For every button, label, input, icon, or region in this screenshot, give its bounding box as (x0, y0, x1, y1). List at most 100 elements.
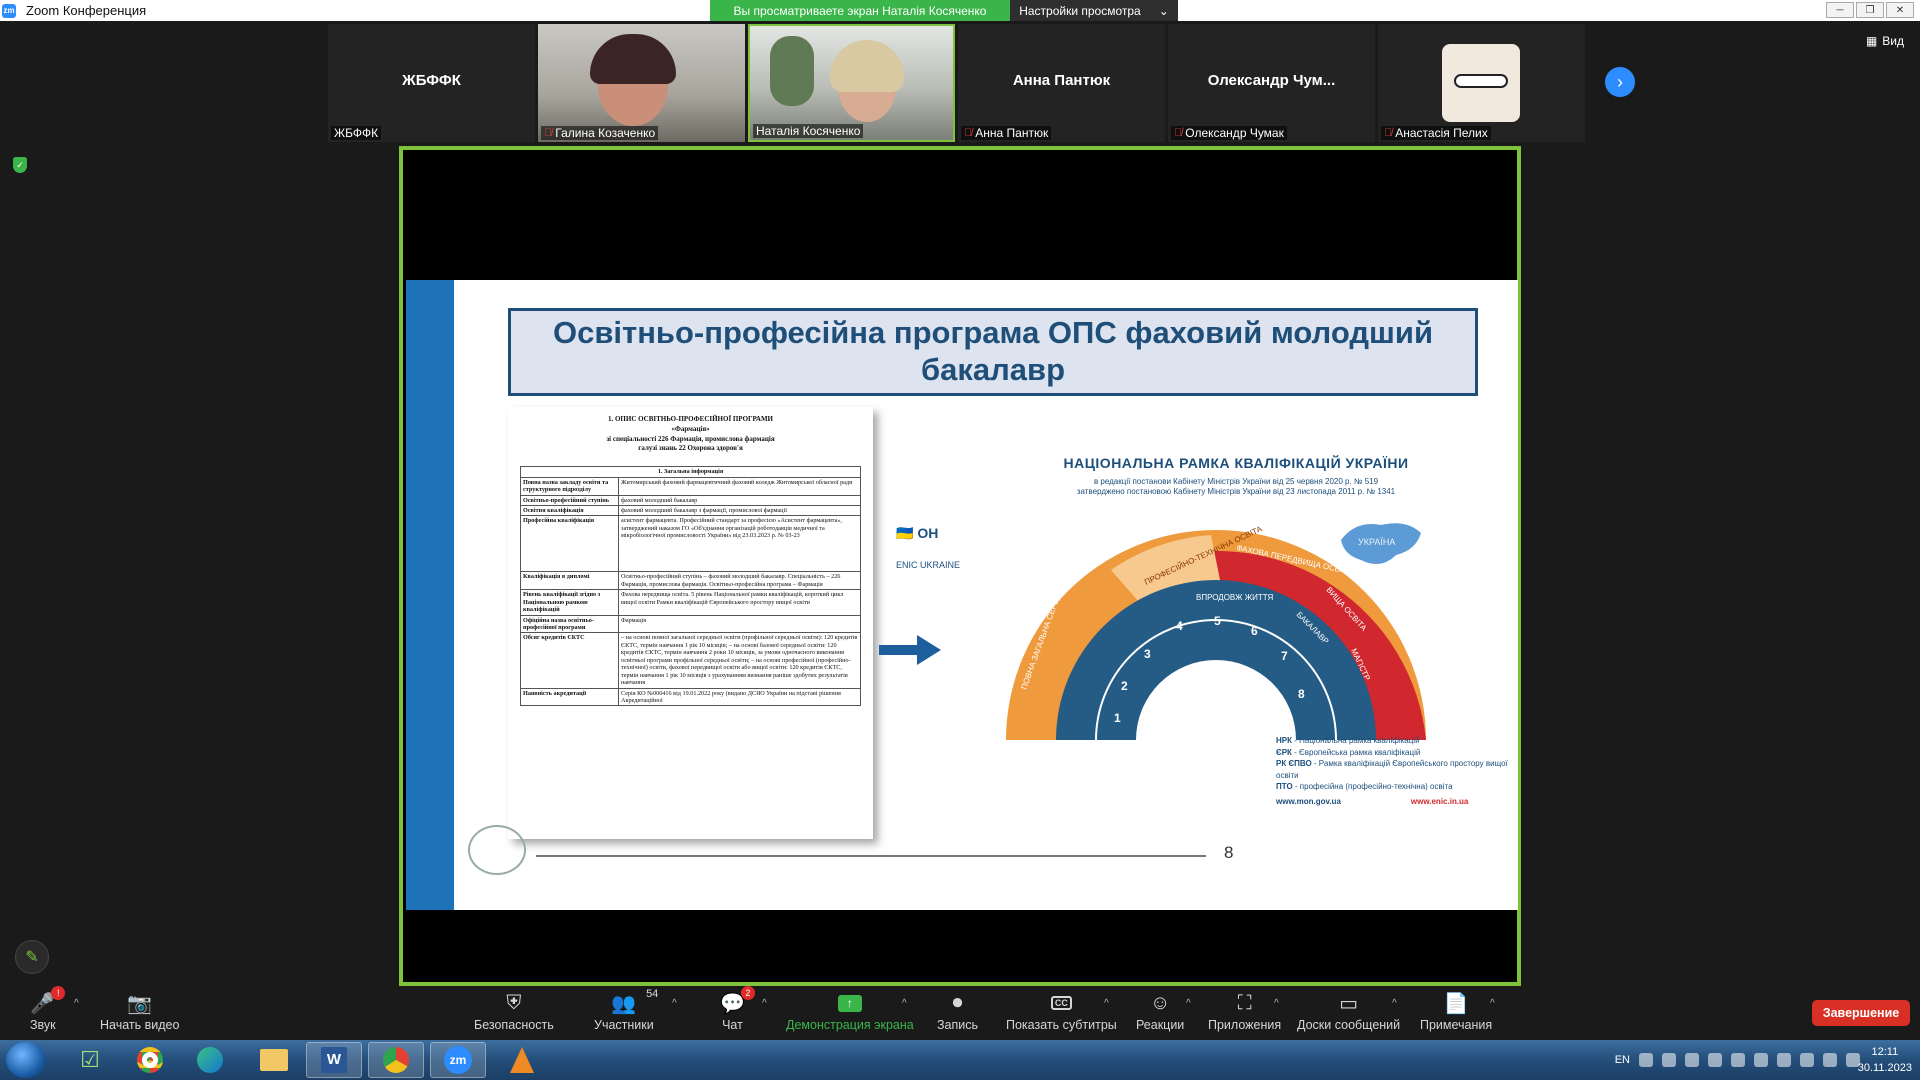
tray-app-icon[interactable] (1708, 1053, 1722, 1067)
view-button[interactable]: ▦ Вид (1866, 34, 1904, 48)
notes-button[interactable]: 📄 Примечания (1420, 990, 1492, 1040)
record-button[interactable]: ⏺ Запись (937, 990, 978, 1040)
participant-name-large: Олександр Чум... (1207, 72, 1336, 89)
participant-tile[interactable]: 🎙̸ Анастасія Пелих (1378, 24, 1585, 142)
encryption-shield-icon[interactable]: ✓ (13, 157, 27, 173)
window-title: Zoom Конференция (26, 3, 147, 18)
participant-name: Олександр Чумак (1185, 126, 1284, 140)
chat-options-caret[interactable]: ^ (762, 998, 767, 1009)
participant-strip: ЖБФФК ЖБФФК 🎙̸ Галина Козаченко Наталія … (328, 24, 1585, 142)
view-options-button[interactable]: Настройки просмотра ⌄ (1010, 0, 1178, 21)
taskbar-chrome-profile-app[interactable] (368, 1042, 424, 1078)
next-page-arrow-icon[interactable]: › (1605, 67, 1635, 97)
table-cell-value: Житомирський фаховий фармацевтичний фахо… (618, 476, 861, 496)
annotate-pencil-icon[interactable]: ✎ (15, 940, 49, 974)
table-cell-key: Обсяг кредитів ЄКТС (520, 632, 619, 689)
audio-label: Звук (30, 1018, 56, 1032)
reactions-options-caret[interactable]: ^ (1186, 998, 1191, 1009)
captions-options-caret[interactable]: ^ (1104, 998, 1109, 1009)
participant-name: ЖБФФК (334, 126, 379, 140)
share-options-caret[interactable]: ^ (902, 998, 907, 1009)
audio-warning-badge: ! (51, 986, 66, 1000)
participants-options-caret[interactable]: ^ (672, 998, 677, 1009)
reactions-button[interactable]: ☺ Реакции (1136, 990, 1184, 1040)
table-cell-key: Повна назва закладу освіти та структурно… (520, 476, 619, 496)
participant-tile[interactable]: Олександр Чум... 🎙̸ Олександр Чумак (1168, 24, 1375, 142)
taskbar-explorer-app[interactable] (246, 1042, 302, 1078)
participant-tile[interactable]: Анна Пантюк 🎙̸ Анна Пантюк (958, 24, 1165, 142)
taskbar-clock[interactable]: 12:11 30.11.2023 (1858, 1044, 1912, 1076)
whiteboard-icon: ▭ (1339, 992, 1359, 1015)
share-screen-button[interactable]: ↑ Демонстрация экрана (786, 990, 914, 1040)
share-screen-label: Демонстрация экрана (786, 1018, 914, 1032)
table-cell-key: Рівень кваліфікації згідно з Національно… (520, 589, 619, 616)
captions-button[interactable]: CC Показать субтитры (1006, 990, 1117, 1040)
participant-tile-active-speaker[interactable]: Наталія Косяченко (748, 24, 955, 142)
tray-zoom-icon[interactable] (1639, 1053, 1653, 1067)
minimize-button[interactable]: ─ (1826, 2, 1854, 18)
tray-vlc-icon[interactable] (1662, 1053, 1676, 1067)
whiteboards-button[interactable]: ▭ Доски сообщений (1297, 990, 1400, 1040)
windows-start-button[interactable] (6, 1042, 46, 1078)
clock-date: 30.11.2023 (1857, 1062, 1912, 1074)
audio-options-caret[interactable]: ^ (74, 998, 79, 1009)
participant-tile[interactable]: 🎙̸ Галина Козаченко (538, 24, 745, 142)
audio-button[interactable]: 🎤! Звук (30, 986, 66, 1040)
table-row: Професійна кваліфікація асистент фармацев… (520, 515, 861, 573)
mic-muted-icon: 🎙̸ (544, 127, 553, 139)
table-cell-value: Освітньо-професійний ступінь – фаховий м… (618, 571, 861, 591)
apps-options-caret[interactable]: ^ (1274, 998, 1279, 1009)
restore-button[interactable]: ❐ (1856, 2, 1884, 18)
tray-app-icon[interactable] (1754, 1053, 1768, 1067)
document-heading-line: галузі знань 22 Охорона здоров'я (638, 444, 743, 453)
table-cell-value: Серія КО №000416 від 19.01.2022 року (ви… (618, 687, 861, 707)
tray-app-icon[interactable] (1800, 1053, 1814, 1067)
participants-button[interactable]: 👥 54 Участники (594, 988, 658, 1040)
level-label: 3 (1144, 647, 1151, 661)
start-video-button[interactable]: 📷 Начать видео (100, 990, 179, 1040)
notes-options-caret[interactable]: ^ (1490, 998, 1495, 1009)
close-button[interactable]: ✕ (1886, 2, 1914, 18)
plant-background (770, 36, 814, 106)
apps-button[interactable]: ⛶ Приложения (1208, 990, 1281, 1040)
nrk-legend: НРК - Національна рамка кваліфікацій ЄРК… (1276, 735, 1518, 808)
participant-label: ЖБФФК (331, 126, 382, 140)
table-row: Обсяг кредитів ЄКТС – на основі повної за… (520, 632, 861, 689)
ukraine-map-label: УКРАЇНА (1358, 537, 1395, 547)
table-cell-key: Офіційна назва освітньо-професійної прог… (520, 614, 619, 634)
participants-label: Участники (594, 1018, 654, 1032)
taskbar-chrome-app[interactable] (122, 1042, 178, 1078)
svg-text:🇺🇦 ОН: 🇺🇦 ОН (896, 525, 938, 541)
chat-button[interactable]: 💬 2 Чат (720, 986, 755, 1040)
tray-network-icon[interactable] (1823, 1053, 1837, 1067)
video-off-icon: 📷 (127, 992, 153, 1015)
table-row: Повна назва закладу освіти та структурно… (520, 476, 861, 496)
share-banner: Вы просматриваете экран Наталія Косяченк… (710, 0, 1010, 21)
vlc-cone-icon (510, 1047, 534, 1073)
table-cell-value: – на основі повної загальної середньої о… (618, 632, 861, 689)
security-button[interactable]: ⛨ Безопасность (474, 990, 554, 1040)
participant-label: 🎙̸ Галина Козаченко (541, 126, 659, 140)
participant-name-large: ЖБФФК (402, 72, 461, 89)
table-cell-key: Професійна кваліфікація (520, 515, 619, 573)
whiteboards-options-caret[interactable]: ^ (1392, 998, 1397, 1009)
nrk-title: НАЦІОНАЛЬНА РАМКА КВАЛІФІКАЦІЙ УКРАЇНИ (1063, 455, 1409, 471)
taskbar-tasks-app[interactable]: ☑ (62, 1042, 118, 1078)
level-label: 5 (1214, 614, 1221, 628)
taskbar-edge-app[interactable] (182, 1042, 238, 1078)
shared-screen: Освітньо-професійна програма ОПС фаховий… (399, 146, 1521, 986)
taskbar-word-app[interactable]: W (306, 1042, 362, 1078)
taskbar-vlc-app[interactable] (494, 1042, 550, 1078)
table-cell-key: Наявність акредитації (520, 687, 619, 707)
window-titlebar: zm Zoom Конференция Вы просматриваете эк… (0, 0, 1920, 21)
taskbar-zoom-app[interactable]: zm (430, 1042, 486, 1078)
tray-viber-icon[interactable] (1685, 1053, 1699, 1067)
tray-app-icon[interactable] (1777, 1053, 1791, 1067)
mic-muted-icon: 🎙̸ (1174, 127, 1183, 139)
tray-app-icon[interactable] (1731, 1053, 1745, 1067)
legend-item: ЄРК - Європейська рамка кваліфікацій (1276, 747, 1421, 757)
language-indicator[interactable]: EN (1615, 1054, 1630, 1066)
end-meeting-button[interactable]: Завершение (1812, 1000, 1910, 1026)
participant-tile[interactable]: ЖБФФК ЖБФФК (328, 24, 535, 142)
level-label: 6 (1251, 624, 1258, 638)
